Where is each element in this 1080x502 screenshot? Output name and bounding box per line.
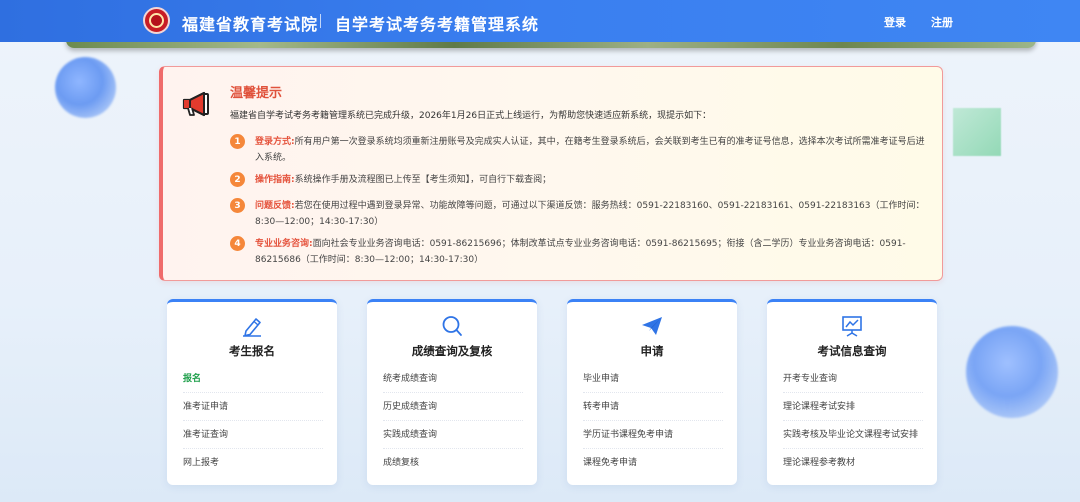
card-title: 成绩查询及复核 [411,344,493,358]
decorative-circle [966,326,1058,418]
link-practice-score[interactable]: 实践成绩查询 [383,421,523,449]
notice-item-text: 系统操作手册及流程图已上传至【考生须知】，可自行下载查阅； [294,175,552,185]
org-name: 福建省教育考试院 [182,15,319,34]
link-open-majors[interactable]: 开考专业查询 [783,365,923,393]
card-application: 申请 毕业申请 转考申请 学历证书课程免考申请 课程免考申请 [567,299,737,485]
notice-item-text: 面向社会专业业务咨询电话：0591-86215696；体制改革试点专业业务咨询电… [255,239,906,265]
card-title: 考试信息查询 [817,344,887,358]
login-link[interactable]: 登录 [884,14,906,30]
link-unified-score[interactable]: 统考成绩查询 [383,365,523,393]
decorative-circle [55,57,116,118]
number-badge: 3 [230,198,245,213]
logo-icon [143,7,170,34]
notice-panel: 温馨提示 福建省自学考试考务考籍管理系统已完成升级，2026年1月26日正式上线… [159,66,943,281]
number-badge: 1 [230,134,245,149]
card-registration: 考生报名 报名 准考证申请 准考证查询 网上报考 [167,299,337,485]
card-title: 考生报名 [229,344,275,358]
notice-title: 温馨提示 [230,86,283,101]
link-reference-textbooks[interactable]: 理论课程参考教材 [783,449,923,477]
decorative-square [953,108,1001,156]
number-badge: 2 [230,172,245,187]
card-exam-info: 考试信息查询 开考专业查询 理论课程考试安排 实践考核及毕业论文课程考试安排 理… [767,299,937,485]
megaphone-icon [182,91,209,117]
link-admission-apply[interactable]: 准考证申请 [183,393,323,421]
link-admission-query[interactable]: 准考证查询 [183,421,323,449]
link-theory-schedule[interactable]: 理论课程考试安排 [783,393,923,421]
link-register-exam[interactable]: 报名 [183,365,323,393]
notice-item-label: 问题反馈: [255,201,295,211]
link-transfer-apply[interactable]: 转考申请 [583,393,723,421]
chart-board-icon [842,316,862,337]
pencil-icon [243,318,261,337]
link-graduation-apply[interactable]: 毕业申请 [583,365,723,393]
link-practice-thesis-schedule[interactable]: 实践考核及毕业论文课程考试安排 [783,421,923,449]
link-course-exempt[interactable]: 课程免考申请 [583,449,723,477]
card-score-query: 成绩查询及复核 统考成绩查询 历史成绩查询 实践成绩查询 成绩复核 [367,299,537,485]
notice-intro: 福建省自学考试考务考籍管理系统已完成升级，2026年1月26日正式上线运行，为帮… [230,111,712,121]
notice-item-text: 所有用户第一次登录系统均须重新注册账号及完成实人认证，其中，在籍考生登录系统后，… [255,137,925,163]
notice-item-label: 操作指南: [255,175,295,185]
link-certificate-exempt[interactable]: 学历证书课程免考申请 [583,421,723,449]
register-link[interactable]: 注册 [931,14,953,30]
top-header: 福建省教育考试院 自学考试考务考籍管理系统 登录 注册 [0,0,1080,42]
card-title: 申请 [640,344,664,358]
notice-item-text: 若您在使用过程中遇到登录异常、功能故障等问题，可通过以下渠道反馈：服务热线：05… [255,201,925,227]
title-divider [320,14,321,28]
link-score-review[interactable]: 成绩复核 [383,449,523,477]
system-name: 自学考试考务考籍管理系统 [335,15,540,34]
link-history-score[interactable]: 历史成绩查询 [383,393,523,421]
paper-plane-icon [642,317,662,335]
notice-item-label: 专业业务咨询: [255,239,313,249]
link-online-apply[interactable]: 网上报考 [183,449,323,477]
search-icon [442,316,462,336]
number-badge: 4 [230,236,245,251]
notice-item-label: 登录方式: [255,137,295,147]
